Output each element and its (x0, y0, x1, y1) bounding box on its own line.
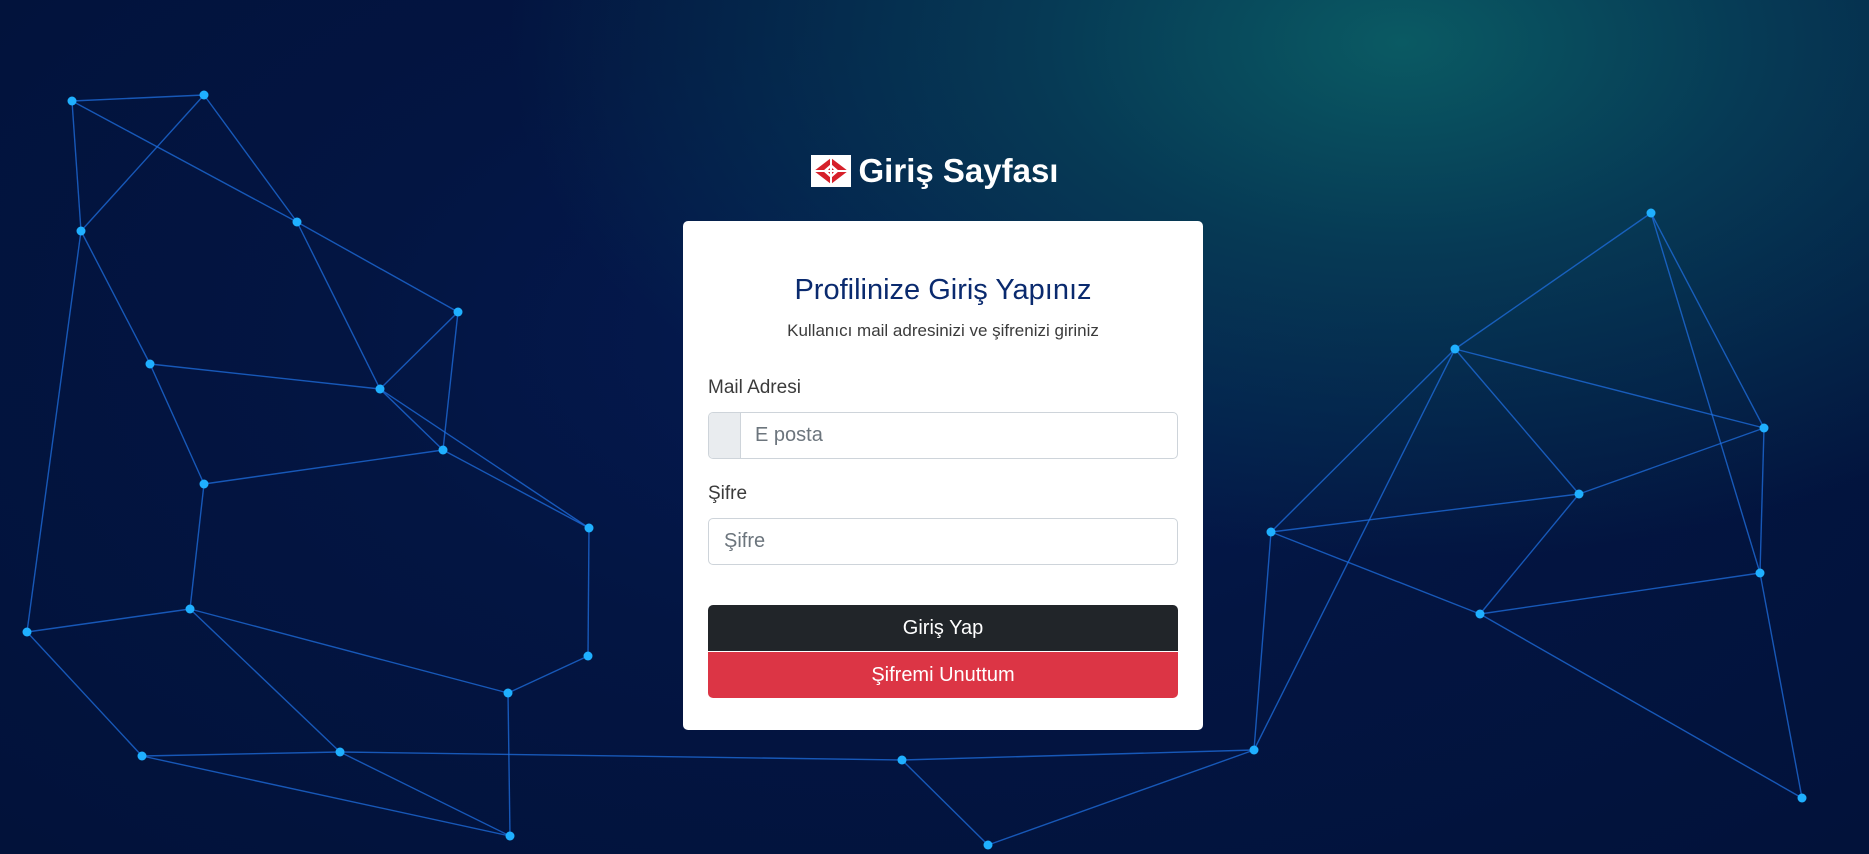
network-line (1253, 531, 1272, 751)
network-node (583, 651, 593, 661)
network-node (67, 96, 77, 106)
network-line (189, 483, 205, 610)
network-line (339, 751, 511, 837)
network-node (1475, 609, 1485, 619)
password-label: Şifre (708, 483, 748, 504)
network-node (983, 840, 993, 850)
network-node (185, 604, 195, 614)
email-input[interactable] (741, 413, 1177, 458)
network-node (145, 359, 155, 369)
network-line (149, 363, 381, 390)
network-node (76, 226, 86, 236)
network-line (1270, 348, 1456, 533)
network-line (507, 692, 511, 837)
network-node (1450, 344, 1460, 354)
network-line (987, 749, 1255, 846)
network-line (296, 221, 381, 390)
network-line (379, 311, 459, 390)
network-line (587, 527, 590, 657)
network-line (1650, 212, 1765, 429)
logo-icon (810, 155, 851, 187)
network-line (26, 631, 143, 757)
login-card: Profilinize Giriş Yapınız Kullanıcı mail… (683, 221, 1203, 730)
network-line (26, 230, 82, 633)
network-line (901, 759, 989, 846)
network-node (1755, 568, 1765, 578)
network-line (379, 388, 444, 451)
network-node (1574, 489, 1584, 499)
network-line (1454, 212, 1652, 350)
network-node (1249, 745, 1259, 755)
password-input[interactable] (708, 518, 1178, 565)
page-title: Giriş Sayfası (858, 152, 1059, 189)
network-line (141, 751, 341, 757)
network-node (503, 688, 513, 698)
network-line (203, 449, 444, 485)
network-line (26, 608, 191, 633)
network-line (149, 363, 205, 485)
network-line (1578, 427, 1765, 495)
network-line (1454, 348, 1580, 495)
network-line (141, 755, 511, 837)
email-addon (709, 413, 741, 458)
network-line (189, 608, 509, 694)
brand-header: Giriş Sayfası (0, 152, 1869, 190)
network-node (292, 217, 302, 227)
network-line (71, 94, 205, 102)
network-line (1479, 572, 1761, 615)
network-node (505, 831, 515, 841)
network-line (1479, 493, 1580, 615)
login-button[interactable]: Giriş Yap (708, 605, 1178, 651)
network-line (507, 655, 589, 694)
network-node (453, 307, 463, 317)
login-subheading: Kullanıcı mail adresinizi ve şifrenizi g… (787, 321, 1099, 340)
network-line (1270, 531, 1481, 615)
network-node (1759, 423, 1769, 433)
email-label: Mail Adresi (708, 377, 801, 398)
network-line (1759, 427, 1765, 574)
network-line (296, 221, 459, 313)
network-line (442, 449, 590, 529)
network-node (1266, 527, 1276, 537)
network-node (335, 747, 345, 757)
network-line (1759, 572, 1803, 799)
network-line (1270, 493, 1580, 533)
network-line (1650, 212, 1761, 574)
network-node (137, 751, 147, 761)
network-node (1646, 208, 1656, 218)
network-node (438, 445, 448, 455)
network-node (897, 755, 907, 765)
network-node (199, 90, 209, 100)
network-line (189, 608, 341, 753)
network-node (584, 523, 594, 533)
login-heading: Profilinize Giriş Yapınız (794, 274, 1092, 306)
network-line (379, 388, 590, 529)
network-node (1797, 793, 1807, 803)
network-node (199, 479, 209, 489)
network-line (1454, 348, 1765, 429)
network-line (1479, 613, 1803, 799)
network-line (339, 751, 903, 761)
network-line (901, 749, 1255, 761)
email-input-group (708, 412, 1178, 459)
network-line (80, 230, 151, 365)
network-line (442, 311, 459, 451)
network-node (375, 384, 385, 394)
forgot-password-button[interactable]: Şifremi Unuttum (708, 652, 1178, 698)
network-node (22, 627, 32, 637)
network-line (1253, 348, 1456, 751)
